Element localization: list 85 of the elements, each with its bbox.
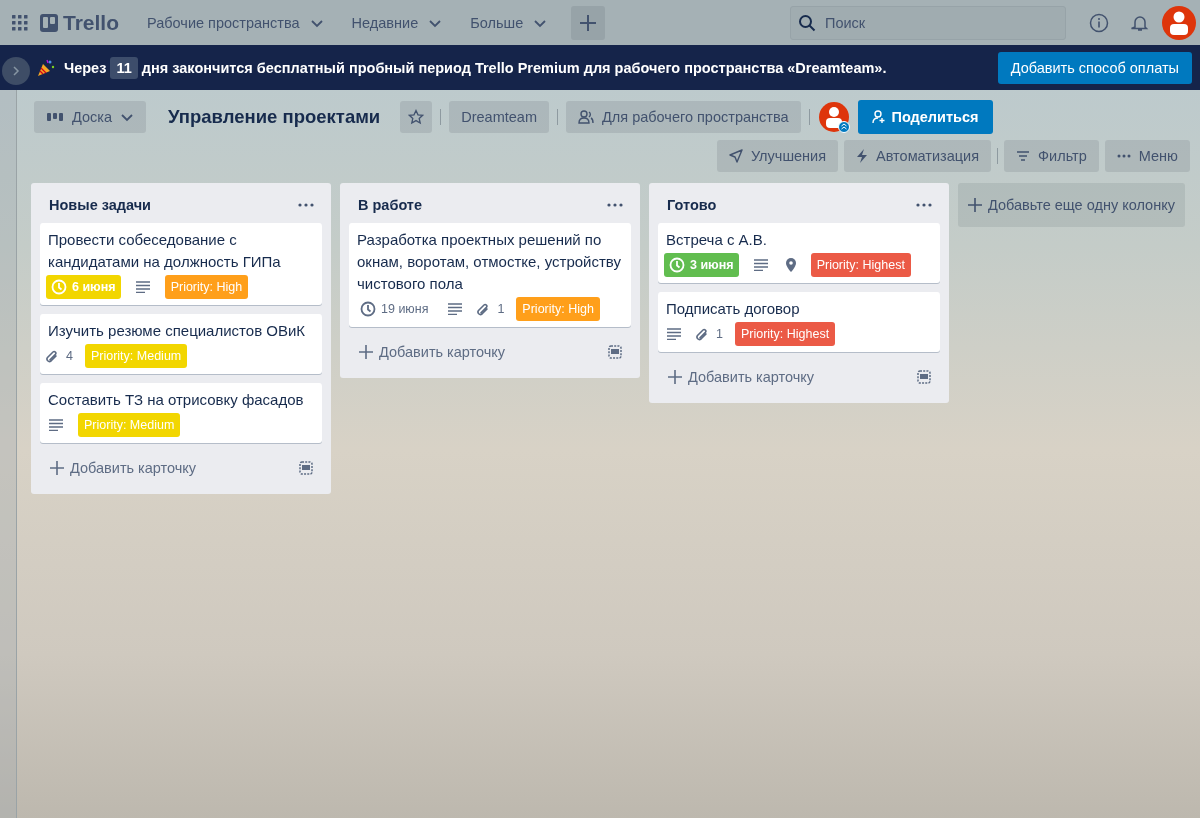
card-title: Составить ТЗ на отрисовку фасадов [48, 390, 305, 410]
description-icon [447, 303, 464, 315]
board-icon [46, 112, 64, 122]
plus-icon [50, 461, 64, 475]
notifications-bell-icon[interactable] [1131, 13, 1149, 32]
board-title[interactable]: Управление проектами [168, 106, 381, 128]
attachment-count: 4 [46, 349, 73, 363]
add-payment-button[interactable]: Добавить способ оплаты [997, 51, 1192, 84]
add-list-button[interactable]: Добавьте еще одну колонку [958, 183, 1185, 227]
star-icon [408, 109, 425, 125]
description-icon [134, 281, 151, 293]
priority-label[interactable]: Priority: High [164, 275, 249, 299]
board-view-button[interactable]: Доска [34, 101, 147, 133]
card-title: Разработка проектных решений по окнам, воротам, отмостке, устройству чистового пола [357, 230, 622, 294]
paperclip-icon [46, 349, 58, 363]
list-title[interactable]: Готово [667, 197, 717, 213]
attachment-count: 1 [696, 327, 723, 341]
add-card-button[interactable]: Добавить карточку [42, 454, 205, 482]
clock-icon [51, 279, 67, 295]
plus-icon [968, 198, 982, 212]
card-title: Подписать договор [666, 299, 801, 319]
list-title[interactable]: Новые задачи [49, 197, 152, 213]
nav-menu-button[interactable]: Больше [458, 8, 560, 37]
lightning-icon [856, 149, 869, 163]
star-button[interactable] [400, 101, 433, 133]
board-action-button[interactable]: Меню [1104, 140, 1190, 172]
due-date: 19 июня [355, 297, 434, 321]
clock-icon [669, 257, 685, 273]
card-template-icon[interactable] [607, 344, 623, 360]
task-card[interactable]: Встреча с А.В. 3 июня Priority: Highest [658, 223, 940, 283]
workspace-button[interactable]: Dreamteam [449, 101, 549, 133]
user-avatar[interactable] [1162, 5, 1196, 40]
create-button[interactable] [571, 5, 606, 40]
add-person-icon [871, 110, 886, 124]
description-icon [666, 328, 682, 340]
task-card[interactable]: Составить ТЗ на отрисовку фасадов Priority: Medium [40, 383, 322, 443]
board-action-button[interactable]: Фильтр [1004, 140, 1099, 172]
more-options-icon[interactable] [298, 203, 314, 207]
attachment-count: 1 [477, 302, 505, 316]
board-action-button[interactable]: Улучшения [716, 140, 839, 172]
add-card-button[interactable]: Добавить карточку [660, 363, 823, 391]
party-popper-icon [36, 57, 56, 78]
search-icon [798, 13, 816, 32]
chevron-right-icon [12, 66, 20, 76]
task-card[interactable]: Провести собеседование с кандидатами на должность ГИПа 6 июня Priority: High [40, 223, 322, 305]
location-pin-icon [784, 257, 797, 273]
task-card[interactable]: Разработка проектных решений по окнам, воротам, отмостке, устройству чистового пола 19 июня 1 Priority: High [349, 223, 631, 327]
priority-label[interactable]: Priority: Highest [734, 322, 836, 346]
description-icon [752, 259, 769, 271]
card-template-icon[interactable] [916, 369, 932, 385]
card-title: Встреча с А.В. [666, 230, 768, 250]
list-title[interactable]: В работе [358, 197, 423, 213]
share-button[interactable]: Поделиться [857, 100, 993, 134]
plus-icon [668, 370, 682, 384]
clock-icon [360, 301, 376, 317]
trial-message: Через 11 дня закончится бесплатный пробный период Trello Premium для рабочего пространства «Dreamteam». [64, 59, 887, 76]
plus-icon [579, 13, 598, 32]
task-card[interactable]: Подписать договор 1 Priority: Highest [658, 292, 940, 352]
people-icon [578, 110, 594, 124]
priority-label[interactable]: Priority: Highest [810, 253, 911, 277]
visibility-button[interactable]: Для рабочего пространства [566, 101, 801, 133]
plus-icon [359, 345, 373, 359]
member-avatar[interactable] [817, 101, 850, 133]
more-dots-icon [1116, 154, 1131, 158]
info-icon[interactable] [1089, 12, 1109, 33]
paperclip-icon [696, 327, 708, 341]
apps-grid-icon[interactable] [12, 14, 28, 31]
nav-menu-button[interactable]: Рабочие пространства [135, 8, 336, 37]
paperclip-icon [477, 302, 490, 316]
nav-menu-button[interactable]: Недавние [339, 8, 455, 37]
description-icon [48, 419, 64, 431]
priority-label[interactable]: Priority: High [516, 297, 600, 321]
card-title: Провести собеседование с кандидатами на должность ГИПа [48, 230, 282, 272]
card-title: Изучить резюме специалистов ОВиК [48, 321, 307, 341]
filter-icon [1016, 151, 1031, 161]
trello-logo[interactable]: Trello [40, 10, 120, 35]
due-date: 6 июня [46, 275, 121, 299]
card-template-icon[interactable] [298, 460, 314, 476]
add-card-button[interactable]: Добавить карточку [351, 338, 514, 366]
due-date: 3 июня [664, 253, 739, 277]
search-field[interactable]: Поиск [790, 5, 1066, 40]
more-options-icon[interactable] [916, 203, 932, 207]
board-action-button[interactable]: Автоматизация [844, 140, 992, 172]
task-card[interactable]: Изучить резюме специалистов ОВиК 4 Priority: Medium [40, 314, 322, 374]
more-options-icon[interactable] [607, 203, 623, 207]
